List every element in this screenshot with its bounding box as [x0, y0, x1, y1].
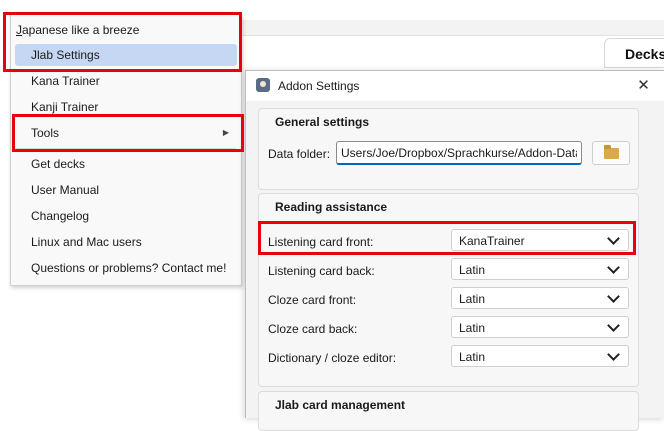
menu-item-label: Get decks [31, 157, 86, 171]
background-toolbar [240, 20, 664, 36]
cloze-card-back-select[interactable]: Latin [451, 316, 629, 338]
select-value: Latin [459, 350, 486, 364]
card-management-group: Jlab card management [258, 391, 639, 431]
menu-title: Japanese like a breeze [16, 23, 140, 37]
menu-separator [16, 148, 236, 149]
menu-item-label: Questions or problems? Contact me! [31, 261, 227, 275]
menu-item-get-decks[interactable]: Get decks [15, 153, 237, 175]
listening-card-front-label: Listening card front: [268, 235, 374, 249]
menu-item-label: User Manual [31, 183, 100, 197]
data-folder-input[interactable] [336, 141, 582, 165]
listening-card-back-label: Listening card back: [268, 264, 375, 278]
chevron-down-icon [607, 319, 620, 332]
chevron-down-icon [607, 348, 620, 361]
chevron-down-icon [607, 232, 620, 245]
dialog-title: Addon Settings [278, 79, 360, 93]
dictionary-cloze-editor-label: Dictionary / cloze editor: [268, 351, 397, 365]
select-value: Latin [459, 263, 486, 277]
general-settings-group: General settings Data folder: [258, 108, 639, 190]
decks-tab-label: Decks [625, 46, 664, 62]
general-settings-heading: General settings [275, 115, 370, 129]
select-value: KanaTrainer [459, 234, 525, 248]
decks-tab[interactable]: Decks [604, 38, 664, 68]
card-management-heading: Jlab card management [275, 398, 406, 412]
menu-item-changelog[interactable]: Changelog [15, 205, 237, 227]
menu-item-kanji-trainer[interactable]: Kanji Trainer [15, 96, 237, 118]
menu-item-user-manual[interactable]: User Manual [15, 179, 237, 201]
menu-item-tools[interactable]: Tools ▶ [15, 122, 237, 144]
addon-menu: Japanese like a breeze Jlab Settings Kan… [10, 14, 242, 286]
dictionary-cloze-editor-select[interactable]: Latin [451, 345, 629, 367]
menu-item-label: Jlab Settings [31, 48, 100, 62]
close-icon[interactable]: ✕ [622, 71, 664, 101]
select-value: Latin [459, 321, 486, 335]
chevron-down-icon [607, 290, 620, 303]
menu-item-label: Tools [31, 126, 60, 140]
cloze-card-front-select[interactable]: Latin [451, 287, 629, 309]
cloze-card-back-label: Cloze card back: [268, 322, 358, 336]
menu-item-label: Linux and Mac users [31, 235, 142, 249]
menu-item-label: Kana Trainer [31, 74, 100, 88]
reading-assistance-heading: Reading assistance [275, 200, 388, 214]
submenu-arrow-icon: ▶ [222, 128, 229, 137]
addon-settings-dialog: Addon Settings ✕ General settings Data f… [245, 70, 664, 431]
cloze-card-front-label: Cloze card front: [268, 293, 357, 307]
chevron-down-icon [607, 261, 620, 274]
dialog-titlebar[interactable]: Addon Settings ✕ [246, 71, 664, 101]
select-value: Latin [459, 292, 486, 306]
menu-item-jlab-settings[interactable]: Jlab Settings [15, 44, 237, 66]
reading-assistance-group: Reading assistance Listening card front:… [258, 193, 639, 387]
menu-item-label: Changelog [31, 209, 90, 223]
listening-card-back-select[interactable]: Latin [451, 258, 629, 280]
data-folder-label: Data folder: [268, 147, 331, 161]
menu-item-label: Kanji Trainer [31, 100, 99, 114]
app-icon [256, 78, 270, 92]
browse-folder-button[interactable] [592, 141, 630, 165]
menu-item-kana-trainer[interactable]: Kana Trainer [15, 70, 237, 92]
menu-item-contact[interactable]: Questions or problems? Contact me! [15, 257, 237, 279]
listening-card-front-select[interactable]: KanaTrainer [451, 229, 629, 251]
menu-item-linux-mac[interactable]: Linux and Mac users [15, 231, 237, 253]
folder-icon [604, 145, 619, 159]
